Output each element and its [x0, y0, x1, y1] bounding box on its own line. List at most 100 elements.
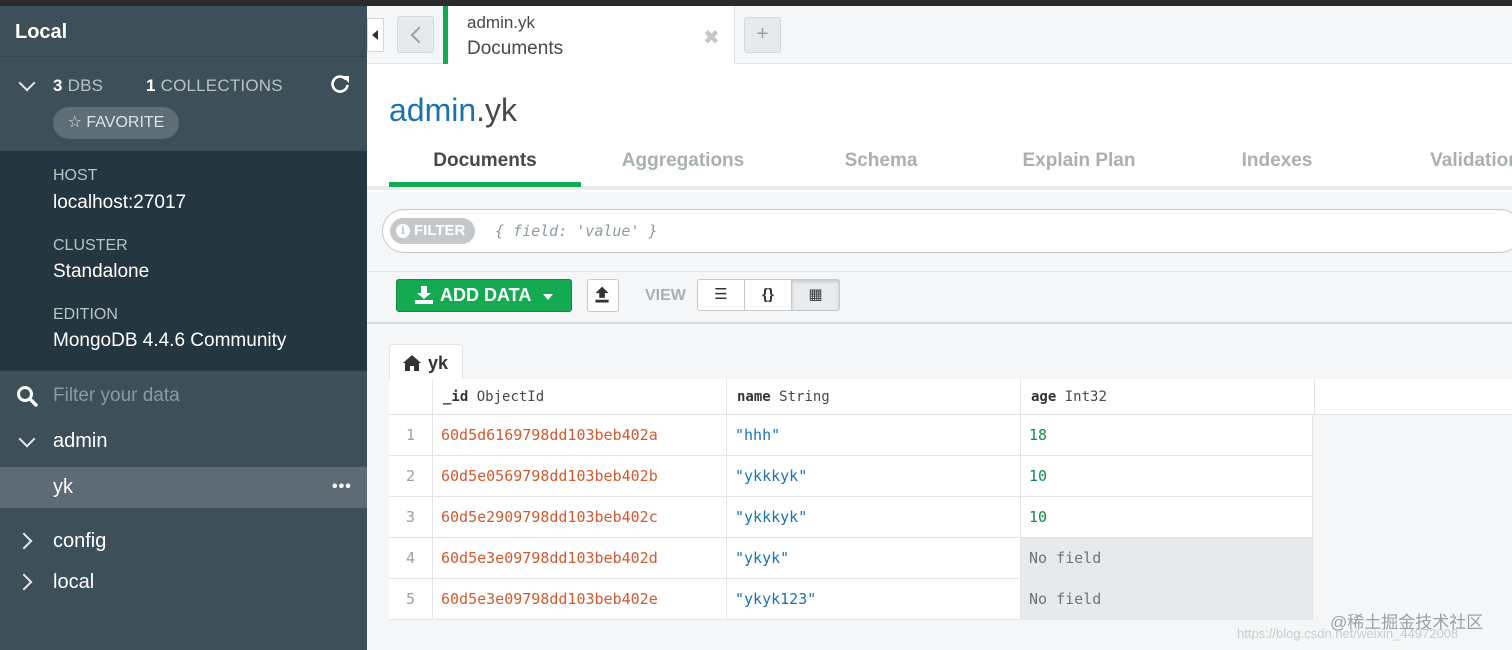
search-icon [17, 386, 38, 407]
upload-icon [595, 286, 609, 303]
column-type: String [779, 389, 830, 405]
sidebar-filter[interactable]: Filter your data [0, 371, 367, 421]
row-number: 3 [389, 497, 433, 538]
host-value: localhost:27017 [53, 192, 187, 213]
collection-label: yk [53, 476, 73, 498]
database-label: admin [53, 430, 108, 452]
active-tab-underline [389, 182, 581, 187]
edition-label: EDITION [53, 306, 118, 323]
column-type: Int32 [1064, 389, 1107, 405]
chevron-down-icon[interactable] [18, 74, 36, 92]
chevron-right-icon[interactable] [15, 532, 33, 550]
sidebar-item-local[interactable]: local [0, 562, 367, 604]
database-label: local [53, 571, 95, 593]
cell-age[interactable]: 10 [1021, 497, 1313, 538]
cluster-value: Standalone [53, 261, 150, 282]
table-row[interactable]: 5 60d5e3e09798dd103beb402e "ykyk123" No … [389, 579, 1313, 620]
cell-name[interactable]: "ykyk" [727, 538, 1021, 579]
info-icon: i [396, 224, 410, 238]
json-view-button[interactable]: {} [745, 280, 792, 310]
export-button[interactable] [587, 279, 619, 312]
grid-tab-yk[interactable]: yk [389, 344, 463, 380]
view-switcher: ☰ {} ▦ [697, 279, 840, 311]
favorite-button[interactable]: ☆ FAVORITE [53, 107, 179, 139]
filter-placeholder: { field: 'value' } [495, 222, 658, 240]
tab-aggregations[interactable]: Aggregations [587, 150, 779, 172]
row-number: 2 [389, 456, 433, 497]
filter-input[interactable]: Filter your data [53, 385, 180, 407]
cell-name[interactable]: "ykyk123" [727, 579, 1021, 620]
cell-age-empty[interactable]: No field [1021, 538, 1313, 579]
table-view-button[interactable]: ▦ [792, 280, 839, 310]
page-title-db: admin [389, 92, 477, 128]
sidebar-item-config[interactable]: config [0, 521, 367, 563]
grid-tab-label: yk [428, 353, 449, 373]
column-header-id[interactable]: _id ObjectId [433, 379, 727, 415]
list-view-button[interactable]: ☰ [698, 280, 745, 310]
documents-toolbar: ADD DATA VIEW ☰ {} ▦ [367, 272, 1512, 324]
collections-label: COLLECTIONS [160, 76, 283, 95]
cell-name[interactable]: "ykkkyk" [727, 497, 1021, 538]
collection-menu-icon[interactable]: ••• [332, 478, 352, 496]
tab-schema[interactable]: Schema [785, 150, 977, 172]
sidebar-item-yk[interactable]: yk ••• [0, 467, 367, 508]
column-field: age [1031, 389, 1057, 405]
filter-pill-label: FILTER [414, 222, 466, 239]
chevron-down-icon[interactable] [18, 430, 36, 448]
home-icon [403, 355, 421, 371]
cell-id[interactable]: 60d5e0569798dd103beb402b [433, 456, 727, 497]
dbs-count: 3 [53, 76, 63, 95]
column-type: ObjectId [476, 389, 545, 405]
column-header-name[interactable]: name String [727, 379, 1021, 415]
cell-age[interactable]: 10 [1021, 456, 1313, 497]
watermark: @稀土掘金技术社区 [1330, 613, 1484, 632]
tab-admin-yk[interactable]: admin.yk Documents ✖ [443, 6, 735, 64]
add-tab-button[interactable]: + [744, 17, 781, 53]
sidebar: Local 3 DBS 1 COLLECTIONS ☆ FAVORITE HOS… [0, 6, 367, 650]
column-header-age[interactable]: age Int32 [1021, 379, 1315, 415]
refresh-icon[interactable] [329, 73, 351, 95]
back-button[interactable] [397, 16, 434, 53]
column-field: _id [443, 389, 469, 405]
close-icon[interactable]: ✖ [703, 25, 720, 50]
cell-id[interactable]: 60d5d6169798dd103beb402a [433, 415, 727, 456]
main-panel: admin.yk Documents ✖ + admin.yk Document… [367, 6, 1512, 650]
chevron-right-icon[interactable] [15, 573, 33, 591]
documents-content: yk _id ObjectId name String age Int32 1 … [367, 324, 1512, 650]
page-title: admin.yk [389, 92, 517, 129]
tab-indexes[interactable]: Indexes [1181, 150, 1373, 172]
row-number: 5 [389, 579, 433, 620]
cell-id[interactable]: 60d5e3e09798dd103beb402e [433, 579, 727, 620]
filter-pill: i FILTER [390, 218, 475, 244]
cell-name[interactable]: "ykkkyk" [727, 456, 1021, 497]
table-row[interactable]: 3 60d5e2909798dd103beb402c "ykkkyk" 10 [389, 497, 1313, 538]
dbs-label: DBS [67, 76, 104, 95]
column-field: name [737, 389, 771, 405]
connection-title: Local [15, 21, 68, 43]
cell-age-empty[interactable]: No field [1021, 579, 1313, 620]
row-number: 1 [389, 415, 433, 456]
cell-id[interactable]: 60d5e3e09798dd103beb402d [433, 538, 727, 579]
tab-explain-plan[interactable]: Explain Plan [983, 150, 1175, 172]
edition-value: MongoDB 4.4.6 Community [53, 330, 287, 351]
instance-stats: 3 DBS 1 COLLECTIONS ☆ FAVORITE [0, 56, 367, 151]
database-label: config [53, 530, 107, 552]
tab-documents[interactable]: Documents [389, 150, 581, 172]
add-data-button[interactable]: ADD DATA [396, 279, 572, 312]
sidebar-item-admin[interactable]: admin [0, 421, 367, 463]
tab-validation[interactable]: Validation [1379, 150, 1512, 172]
cell-age[interactable]: 18 [1021, 415, 1313, 456]
table-row[interactable]: 1 60d5d6169798dd103beb402a "hhh" 18 [389, 415, 1313, 456]
dbs-stat: 3 DBS [53, 76, 103, 96]
table-header: _id ObjectId name String age Int32 [389, 379, 1512, 415]
cell-name[interactable]: "hhh" [727, 415, 1021, 456]
query-filter-field[interactable]: i FILTER { field: 'value' } [382, 209, 1512, 253]
add-data-label: ADD DATA [440, 285, 532, 305]
cell-id[interactable]: 60d5e2909798dd103beb402c [433, 497, 727, 538]
download-icon [415, 286, 433, 304]
table-row[interactable]: 4 60d5e3e09798dd103beb402d "ykyk" No fie… [389, 538, 1313, 579]
table-row[interactable]: 2 60d5e0569798dd103beb402b "ykkkyk" 10 [389, 456, 1313, 497]
page-title-collection: .yk [476, 92, 518, 128]
view-label: VIEW [645, 287, 686, 304]
collapse-sidebar-button[interactable] [367, 18, 384, 52]
